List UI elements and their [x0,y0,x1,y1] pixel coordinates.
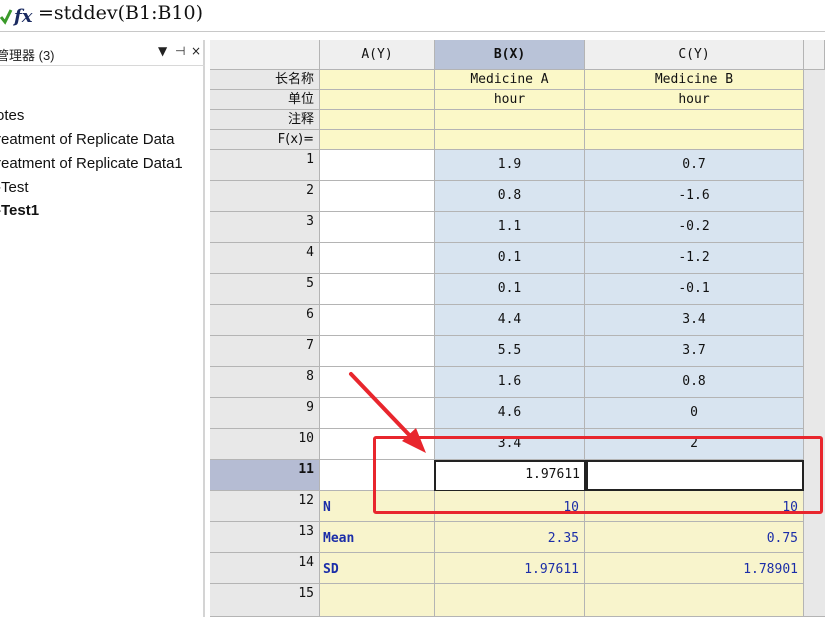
cell-a15[interactable] [320,584,435,617]
column-header-b[interactable]: B(X) [435,40,585,70]
tree-item-t-test1[interactable]: -Test1 [0,202,39,219]
stat-label-mean[interactable]: Mean [320,522,435,553]
row-header-9[interactable]: 9 [210,398,320,429]
stat-mean-b[interactable]: 2.35 [435,522,585,553]
svg-text:fx: fx [12,6,33,27]
tree-item-replicate-data[interactable]: reatment of Replicate Data [0,131,174,148]
cell-c1[interactable]: 0.7 [585,150,804,181]
panel-header: 管理器 (3) ▼ ⊣ × [0,40,205,66]
cell-b9[interactable]: 4.6 [435,398,585,429]
cell-b7[interactable]: 5.5 [435,336,585,367]
stat-sd-b[interactable]: 1.97611 [435,553,585,584]
cell-c10[interactable]: 2 [585,429,804,460]
row-header-7[interactable]: 7 [210,336,320,367]
long-name-label: 长名称 [210,70,320,90]
dropdown-icon[interactable]: ▼ [158,44,167,58]
tree-item-replicate-data1[interactable]: reatment of Replicate Data1 [0,155,183,172]
cell-a3[interactable] [320,212,435,243]
corner-cell[interactable] [210,40,320,70]
stat-label-n[interactable]: N [320,491,435,522]
fx-c[interactable] [585,130,804,150]
grid-right-edge [804,70,825,617]
comment-b[interactable] [435,110,585,130]
cell-c11[interactable] [586,460,804,491]
cell-a2[interactable] [320,181,435,212]
cell-c5[interactable]: -0.1 [585,274,804,305]
cell-a5[interactable] [320,274,435,305]
row-header-4[interactable]: 4 [210,243,320,274]
cell-a9[interactable] [320,398,435,429]
tree-item-notes[interactable]: otes [0,107,24,124]
pin-icon[interactable]: ⊣ [175,44,185,58]
cell-a8[interactable] [320,367,435,398]
column-header-c[interactable]: C(Y) [585,40,804,70]
cell-b3[interactable]: 1.1 [435,212,585,243]
cell-a7[interactable] [320,336,435,367]
cell-c8[interactable]: 0.8 [585,367,804,398]
row-header-10[interactable]: 10 [210,429,320,460]
fx-a[interactable] [320,130,435,150]
stat-label-sd[interactable]: SD [320,553,435,584]
stat-n-b[interactable]: 10 [435,491,585,522]
row-header-12[interactable]: 12 [210,491,320,522]
row-header-6[interactable]: 6 [210,305,320,336]
long-name-c[interactable]: Medicine B [585,70,804,90]
row-header-11[interactable]: 11 [210,460,320,491]
row-header-15[interactable]: 15 [210,584,320,617]
cell-a10[interactable] [320,429,435,460]
row-header-2[interactable]: 2 [210,181,320,212]
cell-b2[interactable]: 0.8 [435,181,585,212]
cell-a1[interactable] [320,150,435,181]
cell-c4[interactable]: -1.2 [585,243,804,274]
tree-item-t-test[interactable]: -Test [0,179,29,196]
stat-mean-c[interactable]: 0.75 [585,522,804,553]
stat-n-c[interactable]: 10 [585,491,804,522]
cell-b6[interactable]: 4.4 [435,305,585,336]
row-header-8[interactable]: 8 [210,367,320,398]
column-header-empty[interactable] [804,40,825,70]
active-cell-b11[interactable]: 1.97611 [434,460,586,492]
cell-a11[interactable] [320,460,435,491]
row-header-5[interactable]: 5 [210,274,320,305]
cell-c15[interactable] [585,584,804,617]
cell-c3[interactable]: -0.2 [585,212,804,243]
unit-a[interactable] [320,90,435,110]
comment-a[interactable] [320,110,435,130]
cell-c2[interactable]: -1.6 [585,181,804,212]
formula-input[interactable]: =stddev(B1:B10) [38,2,203,24]
fx-icon[interactable]: fx [0,3,36,27]
long-name-b[interactable]: Medicine A [435,70,585,90]
row-header-1[interactable]: 1 [210,150,320,181]
unit-label: 单位 [210,90,320,110]
cell-a4[interactable] [320,243,435,274]
cell-b1[interactable]: 1.9 [435,150,585,181]
project-explorer-panel: 管理器 (3) ▼ ⊣ × otes reatment of Replicate… [0,40,205,617]
column-header-a[interactable]: A(Y) [320,40,435,70]
long-name-a[interactable] [320,70,435,90]
cell-b4[interactable]: 0.1 [435,243,585,274]
row-header-3[interactable]: 3 [210,212,320,243]
unit-c[interactable]: hour [585,90,804,110]
comment-label: 注释 [210,110,320,130]
row-header-13[interactable]: 13 [210,522,320,553]
worksheet-grid: A(Y) B(X) C(Y) 长名称 Medicine A Medicine B… [210,40,825,617]
panel-title: 管理器 (3) [0,48,55,63]
unit-b[interactable]: hour [435,90,585,110]
stat-sd-c[interactable]: 1.78901 [585,553,804,584]
close-icon[interactable]: × [191,44,201,58]
cell-a6[interactable] [320,305,435,336]
comment-c[interactable] [585,110,804,130]
cell-b15[interactable] [435,584,585,617]
cell-b5[interactable]: 0.1 [435,274,585,305]
cell-b8[interactable]: 1.6 [435,367,585,398]
cell-b10[interactable]: 3.4 [435,429,585,460]
cell-c7[interactable]: 3.7 [585,336,804,367]
row-header-14[interactable]: 14 [210,553,320,584]
cell-c6[interactable]: 3.4 [585,305,804,336]
fx-b[interactable] [435,130,585,150]
formula-bar: fx =stddev(B1:B10) [0,0,825,32]
cell-c9[interactable]: 0 [585,398,804,429]
fx-label: F(x)= [210,130,320,150]
